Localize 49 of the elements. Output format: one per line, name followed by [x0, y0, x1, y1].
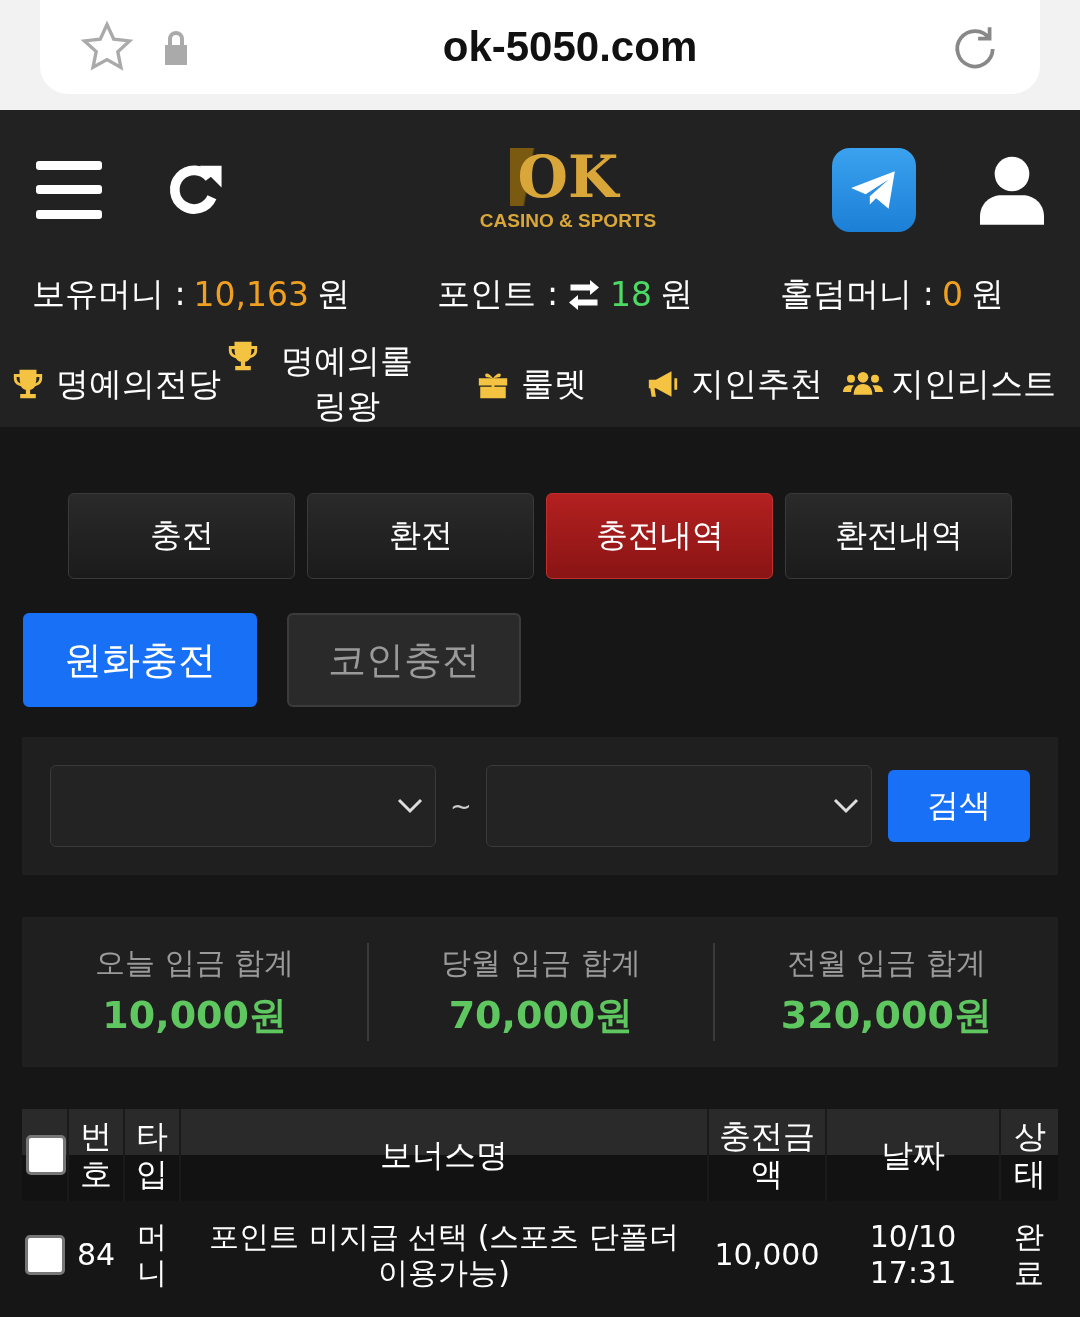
balance-label: 포인트 :: [437, 273, 559, 315]
total-label: 전월 입금 합계: [786, 944, 986, 982]
nav-link[interactable]: 명예의전당: [56, 361, 223, 407]
currency-unit: 원: [317, 273, 351, 315]
balance-value: 0: [942, 275, 963, 314]
balance-label: 홀덤머니 :: [780, 273, 934, 315]
table-cell: 완료: [1000, 1201, 1058, 1309]
logo[interactable]: OK CASINO & SPORTS: [479, 148, 657, 232]
tab[interactable]: 환전: [307, 493, 534, 579]
tab[interactable]: 충전내역: [546, 493, 773, 579]
chevron-icon: [397, 798, 423, 814]
tab[interactable]: 충전: [68, 493, 295, 579]
total-label: 당월 입금 합계: [441, 944, 641, 982]
telegram-icon[interactable]: [832, 148, 916, 232]
table-cell: 10,000: [708, 1201, 826, 1309]
column-header: 보너스명: [180, 1109, 708, 1201]
checkbox[interactable]: [26, 1135, 66, 1175]
column-header: 타입: [124, 1109, 180, 1201]
currency-unit: 원: [660, 273, 694, 315]
total-value: 320,000원: [780, 992, 992, 1039]
total-label: 오늘 입금 합계: [95, 944, 295, 982]
checkbox[interactable]: [25, 1235, 65, 1275]
balance-label: 보유머니 :: [32, 273, 186, 315]
range-separator: ~: [450, 791, 472, 821]
search-button[interactable]: 검색: [887, 770, 1030, 842]
column-header: 상태: [1000, 1109, 1058, 1201]
nav-link[interactable]: 룰렛: [521, 361, 643, 407]
nav-link[interactable]: 지인추천: [691, 361, 843, 407]
tab[interactable]: 원화충전: [23, 613, 257, 707]
table-cell: 84: [68, 1201, 124, 1309]
tab[interactable]: 코인충전: [287, 613, 521, 707]
column-header: 날짜: [826, 1109, 1000, 1201]
column-header: 충전금액: [708, 1109, 826, 1201]
table-cell: 10/10 17:31: [826, 1201, 1000, 1309]
balance-value: 18: [610, 275, 653, 314]
table-cell: 머니: [124, 1201, 180, 1309]
tab[interactable]: 환전내역: [785, 493, 1012, 579]
balance-value: 10,163: [193, 275, 310, 314]
currency-unit: 원: [971, 273, 1004, 315]
total-value: 70,000원: [448, 992, 634, 1039]
menu-icon[interactable]: [36, 161, 102, 219]
chevron-icon: [832, 798, 859, 814]
column-header: 번호: [68, 1109, 124, 1201]
user-icon[interactable]: [980, 155, 1044, 225]
nav-link[interactable]: 지인리스트: [891, 361, 1080, 407]
table-cell: 포인트 미지급 선택 (스포츠 단폴더 이용가능): [180, 1201, 708, 1309]
lock-icon: [162, 29, 190, 65]
total-value: 10,000원: [102, 992, 287, 1039]
nav-link[interactable]: 명예의롤링왕: [271, 339, 423, 429]
